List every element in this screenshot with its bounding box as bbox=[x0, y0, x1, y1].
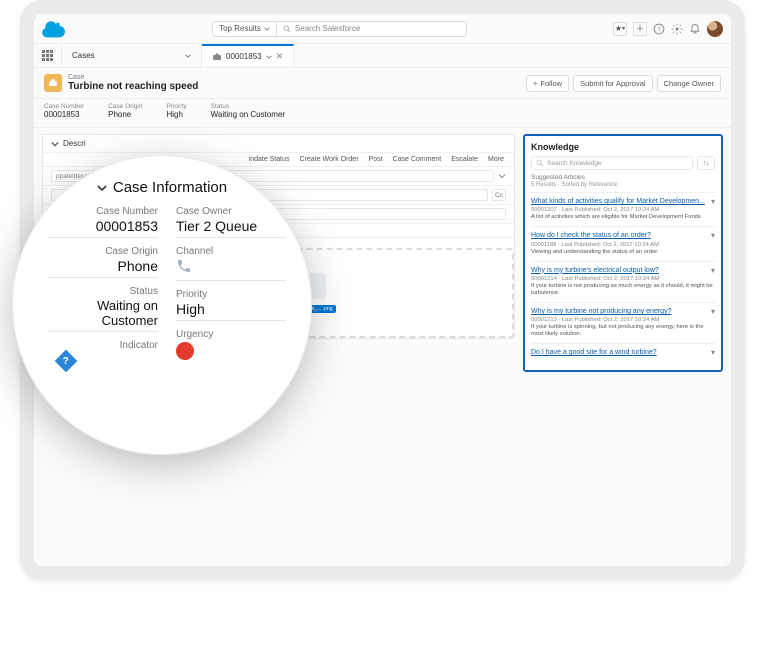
field-status: Status Waiting on Customer bbox=[48, 286, 158, 332]
briefcase-icon bbox=[212, 52, 222, 62]
cc-button[interactable]: Cc bbox=[492, 189, 506, 201]
field-case-number: Case Number 00001853 bbox=[48, 206, 158, 238]
tab-case-active[interactable]: 00001853 ✕ bbox=[202, 44, 294, 67]
case-title: Turbine not reaching speed bbox=[68, 81, 198, 92]
field-case-origin: Case Origin Phone bbox=[48, 246, 158, 278]
section-title: Case Information bbox=[113, 179, 227, 196]
item-menu-icon[interactable]: ▾ bbox=[711, 231, 715, 240]
knowledge-item[interactable]: ▾ What kinds of activities qualify for M… bbox=[531, 192, 715, 226]
notifications-bell-icon[interactable] bbox=[689, 23, 701, 35]
case-summary-row: Case Number00001853 Case OriginPhone Pri… bbox=[34, 99, 731, 128]
record-type-label: Case bbox=[68, 74, 198, 81]
follow-button[interactable]: +Follow bbox=[526, 75, 569, 92]
action-more[interactable]: More bbox=[488, 156, 504, 163]
action-update-status[interactable]: indate Status bbox=[249, 156, 290, 163]
field-indicator: Indicator ? bbox=[48, 340, 158, 369]
urgency-indicator bbox=[176, 342, 194, 360]
field-channel: Channel bbox=[176, 246, 286, 281]
setup-gear-icon[interactable] bbox=[671, 23, 683, 35]
summary-case-number: Case Number00001853 bbox=[44, 103, 84, 119]
phone-icon bbox=[176, 258, 192, 274]
chevron-down-icon bbox=[185, 53, 191, 59]
summary-case-origin: Case OriginPhone bbox=[108, 103, 142, 119]
knowledge-sort-button[interactable]: ↑↓ bbox=[697, 156, 715, 170]
magnifier-lens: Case Information Case Number 00001853 Ca… bbox=[12, 155, 312, 455]
case-header: Case Turbine not reaching speed +Follow … bbox=[34, 68, 731, 99]
item-menu-icon[interactable]: ▾ bbox=[711, 197, 715, 206]
knowledge-result-count: 5 Results · Sorted by Relevance bbox=[531, 182, 715, 188]
top-results-dropdown[interactable]: Top Results bbox=[212, 21, 277, 37]
global-header: Top Results Search Salesforce ★▾ ＋ ? bbox=[34, 14, 731, 44]
chevron-down-icon bbox=[266, 54, 272, 60]
tab-cases[interactable]: Cases bbox=[62, 44, 202, 67]
tab-close-icon[interactable]: ✕ bbox=[276, 51, 284, 62]
knowledge-search-input[interactable]: Search Knowledge bbox=[531, 156, 693, 170]
item-menu-icon[interactable]: ▾ bbox=[711, 307, 715, 316]
description-header[interactable]: Descri bbox=[43, 135, 514, 153]
knowledge-panel: Knowledge Search Knowledge ↑↓ Suggested … bbox=[523, 134, 723, 372]
chevron-down-icon[interactable] bbox=[498, 170, 506, 182]
search-icon bbox=[283, 25, 291, 33]
salesforce-logo bbox=[42, 20, 68, 38]
knowledge-item[interactable]: ▾ Why is my turbine not producing any en… bbox=[531, 302, 715, 343]
search-icon bbox=[536, 159, 544, 167]
knowledge-subheading: Suggested Articles bbox=[531, 174, 715, 181]
svg-text:?: ? bbox=[657, 27, 661, 33]
add-button[interactable]: ＋ bbox=[633, 22, 647, 36]
indicator-badge: ? bbox=[55, 350, 78, 373]
app-launcher-icon[interactable] bbox=[34, 44, 62, 67]
summary-priority: PriorityHigh bbox=[166, 103, 186, 119]
action-case-comment[interactable]: Case Comment bbox=[393, 156, 442, 163]
field-case-owner: Case Owner Tier 2 Queue bbox=[176, 206, 286, 238]
knowledge-item[interactable]: ▾ Do I have a good site for a wind turbi… bbox=[531, 343, 715, 363]
item-menu-icon[interactable]: ▾ bbox=[711, 348, 715, 357]
chevron-down-icon bbox=[97, 183, 107, 193]
global-search-input[interactable]: Search Salesforce bbox=[277, 21, 467, 37]
field-priority: Priority High bbox=[176, 289, 286, 321]
item-menu-icon[interactable]: ▾ bbox=[711, 266, 715, 275]
chevron-down-icon bbox=[51, 140, 59, 148]
knowledge-title: Knowledge bbox=[531, 142, 715, 152]
favorites-button[interactable]: ★▾ bbox=[613, 22, 627, 36]
knowledge-item[interactable]: ▾ Why is my turbine's electrical output … bbox=[531, 261, 715, 302]
help-icon[interactable]: ? bbox=[653, 23, 665, 35]
nav-tabs: Cases 00001853 ✕ bbox=[34, 44, 731, 68]
knowledge-item[interactable]: ▾ How do I check the status of an order?… bbox=[531, 226, 715, 260]
action-post[interactable]: Post bbox=[369, 156, 383, 163]
field-urgency: Urgency bbox=[176, 329, 286, 360]
action-escalate[interactable]: Escalate bbox=[451, 156, 478, 163]
change-owner-button[interactable]: Change Owner bbox=[657, 75, 721, 92]
submit-approval-button[interactable]: Submit for Approval bbox=[573, 75, 652, 92]
action-create-work-order[interactable]: Create Work Order bbox=[300, 156, 359, 163]
user-avatar[interactable] bbox=[707, 21, 723, 37]
case-icon bbox=[44, 74, 62, 92]
summary-status: StatusWaiting on Customer bbox=[211, 103, 285, 119]
